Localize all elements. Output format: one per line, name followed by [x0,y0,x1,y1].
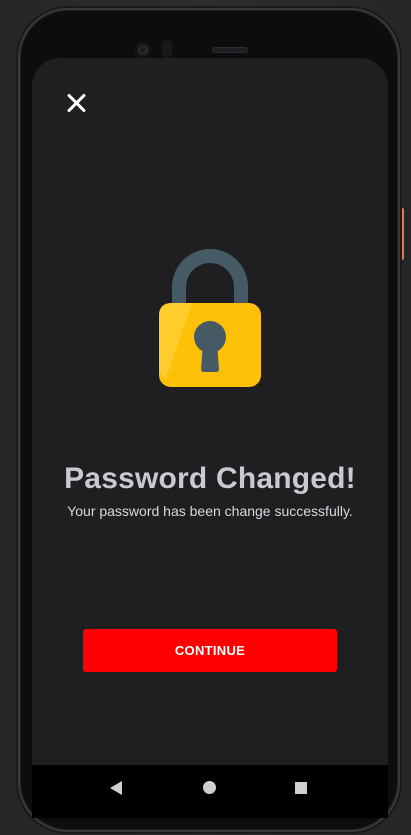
back-triangle-icon[interactable] [110,781,122,795]
power-button [400,208,404,260]
device-frame-background: Password Changed! Your password has been… [0,0,411,835]
sensor-icon [162,40,172,58]
app-screen: Password Changed! Your password has been… [32,58,388,818]
volume-button [400,312,403,422]
system-navigation-bar [32,765,388,818]
continue-button[interactable]: CONTINUE [83,629,337,672]
close-icon[interactable] [64,90,90,116]
page-subtitle: Your password has been change successful… [67,503,353,519]
front-camera-icon [135,42,151,58]
recents-square-icon[interactable] [295,782,307,794]
lock-icon [159,249,261,387]
keyhole-bottom [201,343,219,372]
home-circle-icon[interactable] [203,781,216,794]
page-title: Password Changed! [64,462,356,495]
earpiece-speaker [212,47,248,53]
